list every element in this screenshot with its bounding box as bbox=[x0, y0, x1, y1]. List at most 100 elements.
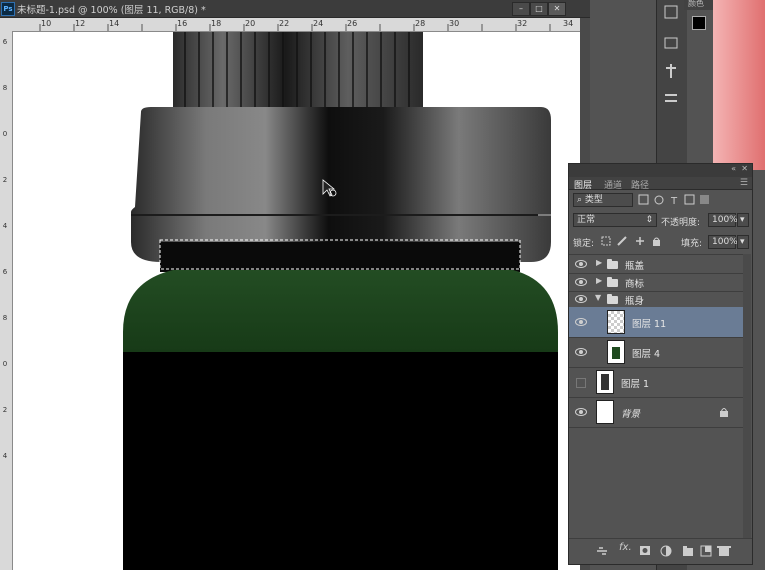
ruler-label: 0 bbox=[2, 360, 8, 368]
layer-row-layer-11[interactable]: 图层 11 bbox=[569, 307, 743, 338]
document-canvas[interactable] bbox=[13, 32, 590, 570]
collapse-arrow-icon[interactable]: ▼ bbox=[595, 293, 601, 302]
layer-list-scrollbar[interactable] bbox=[743, 254, 751, 539]
vertical-ruler[interactable]: 6 8 0 2 4 6 8 0 2 4 bbox=[0, 31, 13, 570]
tab-layers[interactable]: 图层 bbox=[574, 178, 592, 191]
layers-panel-footer: fx. bbox=[569, 538, 752, 561]
close-button[interactable]: ✕ bbox=[548, 2, 566, 16]
collapse-icon[interactable]: « bbox=[731, 164, 736, 173]
search-icon: ⌕ bbox=[577, 195, 583, 205]
ruler-label: 14 bbox=[109, 19, 120, 28]
foreground-color-swatch[interactable] bbox=[692, 16, 706, 30]
layer-thumbnail bbox=[596, 400, 614, 424]
ruler-label: 18 bbox=[211, 19, 222, 28]
fill-value: 100% bbox=[712, 237, 738, 247]
layer-thumbnail bbox=[596, 370, 614, 394]
tab-channels[interactable]: 通道 bbox=[604, 178, 622, 191]
ruler-label: 20 bbox=[245, 19, 256, 28]
visibility-eye-icon[interactable] bbox=[575, 408, 587, 416]
layer-name: 瓶盖 bbox=[625, 261, 645, 272]
visibility-eye-icon[interactable] bbox=[575, 318, 587, 326]
close-panel-icon[interactable]: ✕ bbox=[741, 164, 748, 173]
bottle-artwork bbox=[123, 32, 558, 570]
color-swatch-area bbox=[688, 0, 713, 170]
layer-name: 图层 11 bbox=[632, 319, 667, 330]
layer-name: 背景 bbox=[621, 409, 641, 420]
layer-name: 商标 bbox=[625, 279, 645, 290]
ruler-label: 26 bbox=[347, 19, 358, 28]
opacity-dropdown-icon[interactable]: ▾ bbox=[737, 213, 749, 227]
tab-paths[interactable]: 路径 bbox=[631, 178, 649, 191]
layer-row-layer-1[interactable]: 图层 1 bbox=[569, 367, 743, 398]
ruler-label: 32 bbox=[517, 19, 528, 28]
folder-icon bbox=[607, 277, 618, 287]
layers-panel-header[interactable]: « ✕ bbox=[569, 164, 752, 177]
blend-mode-value: 正常 bbox=[577, 215, 596, 225]
visibility-eye-icon[interactable] bbox=[575, 278, 587, 286]
ruler-label: 22 bbox=[279, 19, 290, 28]
expand-arrow-icon[interactable]: ▶ bbox=[596, 258, 602, 267]
ruler-label: 30 bbox=[449, 19, 460, 28]
panel-menu-icon[interactable]: ☰ bbox=[740, 178, 748, 188]
ruler-label: 34 bbox=[563, 19, 574, 28]
lock-label: 锁定: bbox=[573, 239, 595, 249]
lock-icons[interactable] bbox=[601, 235, 671, 247]
photoshop-logo: Ps bbox=[1, 2, 15, 16]
ruler-label: 6 bbox=[2, 38, 8, 46]
layer-filter-kind: 类型 bbox=[584, 195, 603, 205]
ruler-label: 8 bbox=[2, 314, 8, 322]
blend-mode-select[interactable]: 正常 ⇕ bbox=[573, 213, 657, 227]
minimize-button[interactable]: – bbox=[512, 2, 530, 16]
layer-row-group-body[interactable]: ▼ 瓶身 bbox=[569, 291, 743, 308]
layers-panel-tabs: 图层 通道 路径 ☰ bbox=[569, 177, 752, 191]
opacity-value: 100% bbox=[712, 215, 738, 225]
ruler-label: 6 bbox=[2, 268, 8, 276]
ruler-label: 8 bbox=[2, 84, 8, 92]
document-tab-bar: Ps 未标题-1.psd @ 100% (图层 11, RGB/8) * – □… bbox=[0, 0, 590, 18]
opacity-label: 不透明度: bbox=[661, 218, 701, 228]
layer-filter-select[interactable]: ⌕ 类型 bbox=[573, 193, 633, 207]
visibility-eye-icon[interactable] bbox=[575, 295, 587, 303]
ruler-label: 4 bbox=[2, 452, 8, 460]
lock-icon bbox=[720, 408, 728, 417]
fill-label: 填充: bbox=[681, 239, 703, 249]
layer-name: 图层 4 bbox=[632, 349, 661, 360]
fill-input[interactable]: 100% bbox=[708, 235, 738, 249]
fx-icon[interactable]: fx. bbox=[619, 542, 632, 553]
color-gradient-field[interactable] bbox=[713, 0, 765, 170]
ruler-label: 28 bbox=[415, 19, 426, 28]
layer-row-group-cap[interactable]: ▶ 瓶盖 bbox=[569, 255, 743, 274]
visibility-toggle-off[interactable] bbox=[576, 378, 586, 388]
layer-thumbnail bbox=[607, 310, 625, 334]
ruler-label: 2 bbox=[2, 176, 8, 184]
ruler-label: 12 bbox=[75, 19, 86, 28]
layer-list: ▶ 瓶盖 ▶ 商标 ▼ 瓶身 图层 11 图层 4 图层 1 背景 bbox=[569, 254, 743, 540]
horizontal-ruler[interactable]: 10 12 14 16 18 20 22 24 26 28 30 32 34 bbox=[0, 18, 590, 32]
fill-dropdown-icon[interactable]: ▾ bbox=[737, 235, 749, 249]
layer-name: 图层 1 bbox=[621, 379, 650, 390]
layer-row-group-logo[interactable]: ▶ 商标 bbox=[569, 273, 743, 292]
ruler-label: 16 bbox=[177, 19, 188, 28]
layer-name: 瓶身 bbox=[625, 296, 645, 307]
ruler-label: 4 bbox=[2, 222, 8, 230]
layer-row-background[interactable]: 背景 bbox=[569, 397, 743, 428]
panel-icons bbox=[664, 5, 678, 102]
svg-text:T: T bbox=[670, 196, 678, 206]
visibility-eye-icon[interactable] bbox=[575, 260, 587, 268]
opacity-input[interactable]: 100% bbox=[708, 213, 738, 227]
filter-icons[interactable]: T bbox=[637, 194, 737, 206]
expand-arrow-icon[interactable]: ▶ bbox=[596, 276, 602, 285]
tab-color[interactable]: 颜色 bbox=[688, 0, 704, 9]
document-tab-title[interactable]: 未标题-1.psd @ 100% (图层 11, RGB/8) * bbox=[17, 2, 206, 16]
visibility-eye-icon[interactable] bbox=[575, 348, 587, 356]
layers-panel: « ✕ 图层 通道 路径 ☰ ⌕ 类型 T 正常 ⇕ 不透明度: 100% ▾ … bbox=[568, 163, 753, 565]
ruler-label: 0 bbox=[2, 130, 8, 138]
maximize-button[interactable]: □ bbox=[530, 2, 548, 16]
layer-thumbnail bbox=[607, 340, 625, 364]
ruler-label: 10 bbox=[41, 19, 52, 28]
folder-icon bbox=[607, 259, 618, 269]
folder-open-icon bbox=[607, 294, 618, 304]
layer-row-layer-4[interactable]: 图层 4 bbox=[569, 337, 743, 368]
ruler-label: 2 bbox=[2, 406, 8, 414]
ruler-ticks bbox=[39, 24, 551, 31]
